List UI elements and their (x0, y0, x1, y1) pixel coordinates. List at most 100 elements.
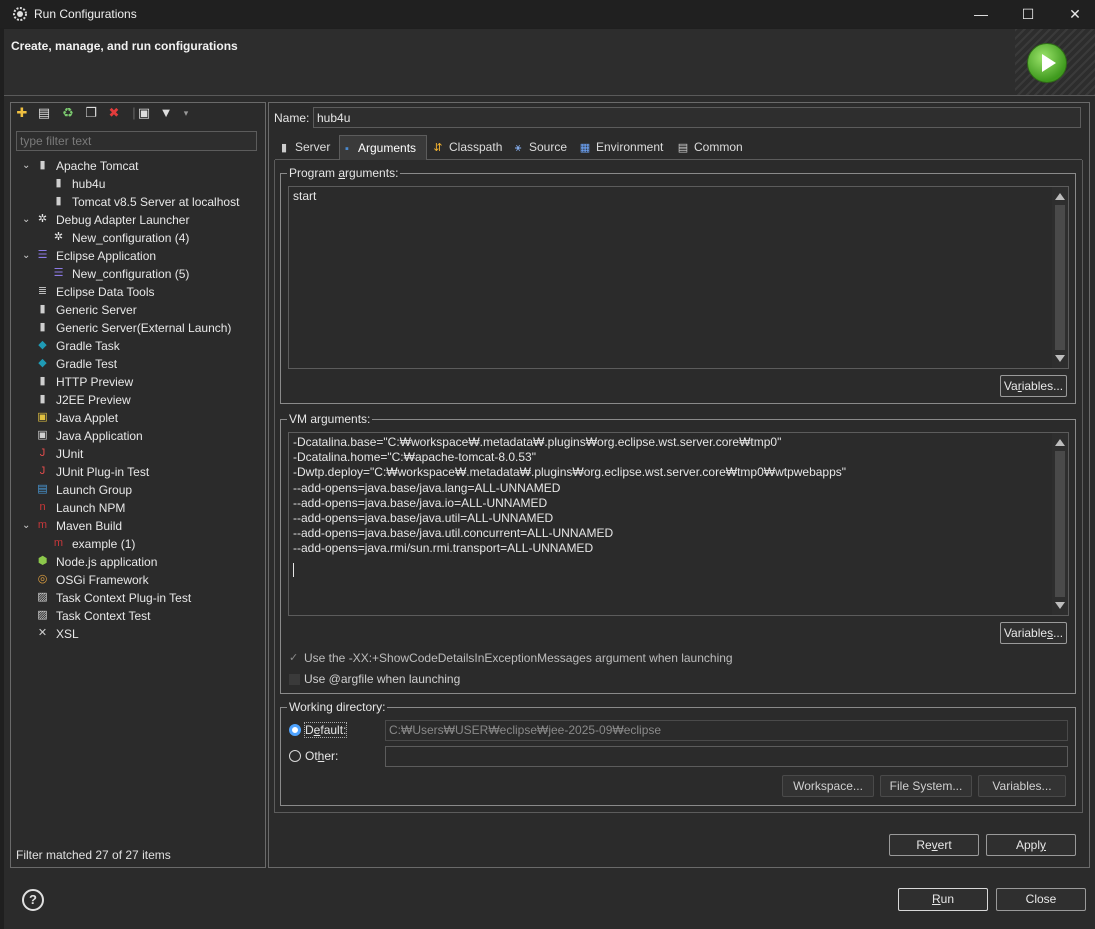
apply-button[interactable]: Apply (986, 834, 1076, 856)
title-bar: Run Configurations — ☐ ✕ (0, 0, 1095, 28)
expand-chevron-icon[interactable]: ⌄ (22, 247, 32, 265)
configuration-tree[interactable]: ⌄ ▮ Apache Tomcat ▮ hub4u ▮ Tomcat v8.5 Server… (16, 156, 258, 842)
help-icon[interactable]: ? (22, 889, 44, 911)
program-arguments-textarea[interactable]: start (288, 186, 1069, 369)
tree-item[interactable]: ◆ Gradle Test (16, 355, 256, 373)
new-config-icon[interactable]: ✚ (14, 105, 30, 121)
program-arguments-scrollbar[interactable] (1052, 187, 1068, 368)
run-button[interactable]: Run (898, 888, 988, 911)
working-variables-button[interactable]: Variables... (978, 775, 1066, 797)
tree-item-label: Launch Group (56, 483, 133, 497)
other-radio[interactable] (289, 750, 301, 762)
vm-variables-button[interactable]: Variables... (1000, 622, 1067, 644)
launch-group-icon: ▤ (37, 483, 48, 495)
classpath-icon: ⇵ (433, 142, 443, 154)
tree-item[interactable]: ⌄ ☰ Eclipse Application (16, 247, 256, 265)
delete-icon[interactable]: ✖ (106, 105, 122, 121)
arguments-icon: ▪ (345, 143, 349, 155)
close-button[interactable]: Close (996, 888, 1086, 911)
expand-chevron-icon[interactable]: ⌄ (22, 211, 32, 229)
run-banner-icon (1027, 43, 1067, 83)
tab-source[interactable]: ⚹ Source (511, 135, 575, 159)
tab-common[interactable]: ▤ Common (676, 135, 752, 159)
other-directory-field[interactable] (385, 746, 1068, 767)
program-arguments-label: Program arguments: (287, 166, 401, 180)
tree-item[interactable]: ☰ New_configuration (5) (16, 265, 256, 283)
filter-input[interactable] (16, 131, 257, 151)
tree-item[interactable]: ▣ Java Application (16, 427, 256, 445)
filter-menu-chevron-icon[interactable]: ▾ (178, 105, 194, 121)
filter-status: Filter matched 27 of 27 items (16, 848, 171, 862)
tree-item[interactable]: ▮ Generic Server(External Launch) (16, 319, 256, 337)
collapse-all-icon[interactable]: ▣ (136, 105, 152, 121)
server-icon: ▮ (39, 321, 46, 333)
default-directory-field: C:₩Users₩USER₩eclipse₩jee-2025-09₩eclips… (385, 720, 1068, 741)
close-window-button[interactable]: ✕ (1052, 0, 1095, 28)
text-caret (293, 563, 294, 577)
app-gear-icon (12, 6, 28, 22)
tree-item[interactable]: ▮ hub4u (16, 175, 256, 193)
tree-item-label: Maven Build (56, 519, 123, 533)
file-system-button[interactable]: File System... (880, 775, 972, 797)
tab-environment[interactable]: ▦ Environment (578, 135, 672, 159)
server-icon: ▮ (39, 303, 46, 315)
default-radio[interactable] (289, 724, 301, 736)
tree-item[interactable]: ✲ New_configuration (4) (16, 229, 256, 247)
tree-item[interactable]: ⌄ m Maven Build (16, 517, 256, 535)
workspace-button[interactable]: Workspace... (782, 775, 874, 797)
tree-item-label: Eclipse Application (56, 249, 157, 263)
tree-item[interactable]: ◎ OSGi Framework (16, 571, 256, 589)
tree-item[interactable]: m example (1) (16, 535, 256, 553)
nodejs-icon: ⬢ (37, 555, 48, 567)
tree-item-label: JUnit Plug-in Test (56, 465, 150, 479)
tab-classpath[interactable]: ⇵ Classpath (431, 135, 511, 159)
tab-bar: ▮ Server ▪ Arguments ⇵ Classpath ⚹ Source ▦ E… (275, 135, 1082, 160)
tree-item[interactable]: J JUnit Plug-in Test (16, 463, 256, 481)
tab-server[interactable]: ▮ Server (277, 135, 337, 159)
junit-icon: J (39, 447, 46, 459)
tree-item[interactable]: ▤ Launch Group (16, 481, 256, 499)
argfile-checkbox[interactable] (289, 674, 300, 685)
tree-item-label: Task Context Plug-in Test (56, 591, 192, 605)
tree-item[interactable]: ▨ Task Context Plug-in Test (16, 589, 256, 607)
vm-argument-line: --add-opens=java.base/java.util=ALL-UNNA… (293, 511, 554, 525)
tree-item[interactable]: ▮ Generic Server (16, 301, 256, 319)
tree-item-label: Debug Adapter Launcher (56, 213, 190, 227)
revert-button[interactable]: Revert (889, 834, 979, 856)
tree-item[interactable]: ▨ Task Context Test (16, 607, 256, 625)
tree-item[interactable]: ▮ Tomcat v8.5 Server at localhost (16, 193, 256, 211)
tree-item[interactable]: ▮ J2EE Preview (16, 391, 256, 409)
tree-item[interactable]: ⌄ ▮ Apache Tomcat (16, 157, 256, 175)
tree-item-label: HTTP Preview (56, 375, 134, 389)
vm-argument-line: -Dcatalina.home="C:₩apache-tomcat-8.0.53… (293, 450, 536, 465)
duplicate-icon[interactable]: ❐ (83, 105, 99, 121)
expand-chevron-icon[interactable]: ⌄ (22, 157, 32, 175)
eclipse-icon: ☰ (53, 267, 64, 279)
filter-icon[interactable]: ▼ (158, 105, 174, 121)
tree-item[interactable]: ▮ HTTP Preview (16, 373, 256, 391)
gradle-icon: ◆ (38, 357, 47, 369)
program-variables-button[interactable]: Variables... (1000, 375, 1067, 397)
vm-arguments-textarea[interactable]: -Dcatalina.base="C:₩workspace₩.metadata₩… (288, 432, 1069, 616)
tree-item-label: OSGi Framework (56, 573, 149, 587)
show-code-details-checkbox[interactable]: ✓ (289, 653, 300, 664)
tree-item[interactable]: ▣ Java Applet (16, 409, 256, 427)
tree-item[interactable]: J JUnit (16, 445, 256, 463)
tree-item[interactable]: ⬢ Node.js application (16, 553, 256, 571)
tree-item[interactable]: ✕ XSL (16, 625, 256, 643)
tree-item[interactable]: n Launch NPM (16, 499, 256, 517)
export-config-icon[interactable]: ♻ (60, 105, 76, 121)
tree-item[interactable]: ⌄ ✲ Debug Adapter Launcher (16, 211, 256, 229)
tree-item[interactable]: ◆ Gradle Task (16, 337, 256, 355)
server-icon: ▮ (55, 177, 62, 189)
tab-arguments[interactable]: ▪ Arguments (339, 135, 427, 160)
vm-argument-line: -Dwtp.deploy="C:₩workspace₩.metadata₩.pl… (293, 465, 847, 480)
minimize-button[interactable]: — (958, 0, 1004, 28)
tree-item-label: JUnit (56, 447, 84, 461)
vm-arguments-scrollbar[interactable] (1052, 433, 1068, 615)
maximize-button[interactable]: ☐ (1005, 0, 1051, 28)
name-input[interactable] (313, 107, 1081, 128)
tree-item[interactable]: ≣ Eclipse Data Tools (16, 283, 256, 301)
expand-chevron-icon[interactable]: ⌄ (22, 517, 32, 535)
new-prototype-icon[interactable]: ▤ (36, 105, 52, 121)
